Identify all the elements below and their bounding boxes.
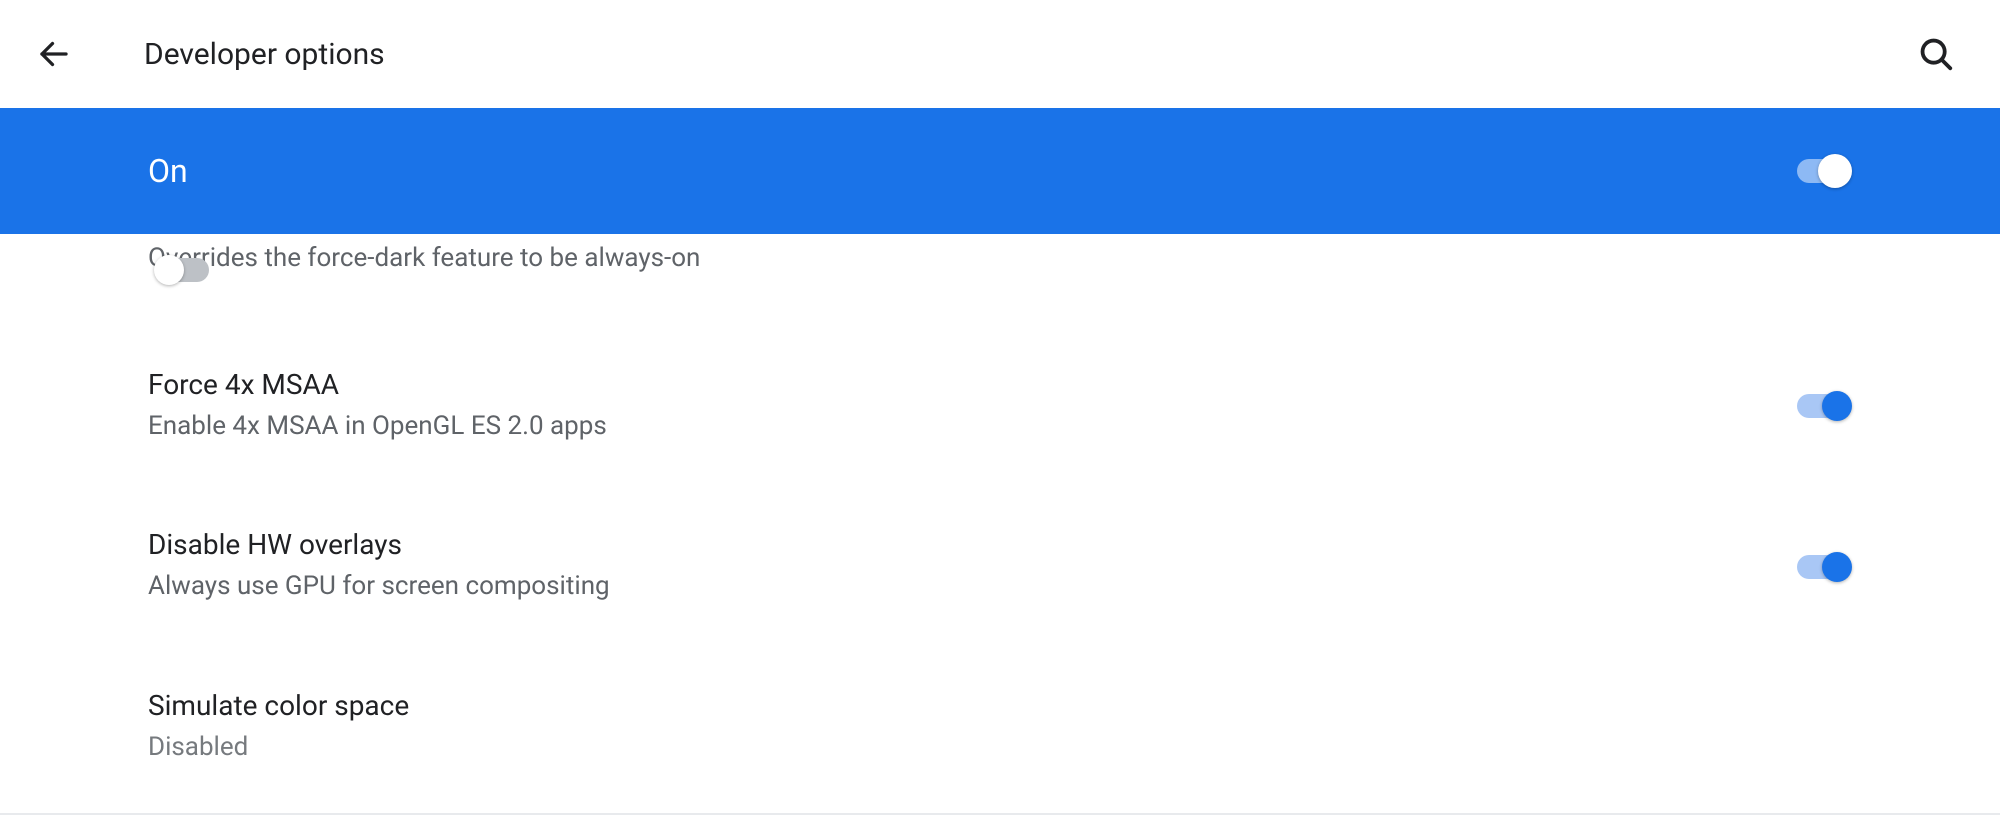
- app-bar: Developer options: [0, 0, 2000, 108]
- setting-row-disable-hw-overlays[interactable]: Disable HW overlays Always use GPU for s…: [148, 486, 1852, 646]
- setting-description: Overrides the force-dark feature to be a…: [148, 240, 1852, 276]
- setting-row-force-4x-msaa[interactable]: Force 4x MSAA Enable 4x MSAA in OpenGL E…: [148, 326, 1852, 486]
- search-icon: [1917, 35, 1955, 73]
- back-button[interactable]: [24, 24, 84, 84]
- master-toggle-banner[interactable]: On: [0, 108, 2000, 234]
- setting-title: Simulate color space: [148, 689, 1852, 722]
- setting-title: Force 4x MSAA: [148, 368, 1790, 401]
- setting-title: Disable HW overlays: [148, 528, 1790, 561]
- setting-row-force-dark[interactable]: Overrides the force-dark feature to be a…: [148, 234, 1852, 326]
- setting-description: Disabled: [148, 730, 1852, 765]
- master-toggle[interactable]: [1790, 153, 1852, 189]
- master-toggle-label: On: [148, 152, 1790, 190]
- setting-description: Always use GPU for screen compositing: [148, 569, 1790, 604]
- page-title: Developer options: [144, 37, 385, 72]
- toggle-force-dark[interactable]: [154, 252, 216, 288]
- back-arrow-icon: [36, 36, 72, 72]
- toggle-force-4x-msaa[interactable]: [1790, 388, 1852, 424]
- settings-list: Overrides the force-dark feature to be a…: [0, 234, 2000, 765]
- setting-row-simulate-color-space[interactable]: Simulate color space Disabled: [148, 647, 1852, 765]
- toggle-disable-hw-overlays[interactable]: [1790, 549, 1852, 585]
- setting-description: Enable 4x MSAA in OpenGL ES 2.0 apps: [148, 409, 1790, 444]
- search-button[interactable]: [1906, 24, 1966, 84]
